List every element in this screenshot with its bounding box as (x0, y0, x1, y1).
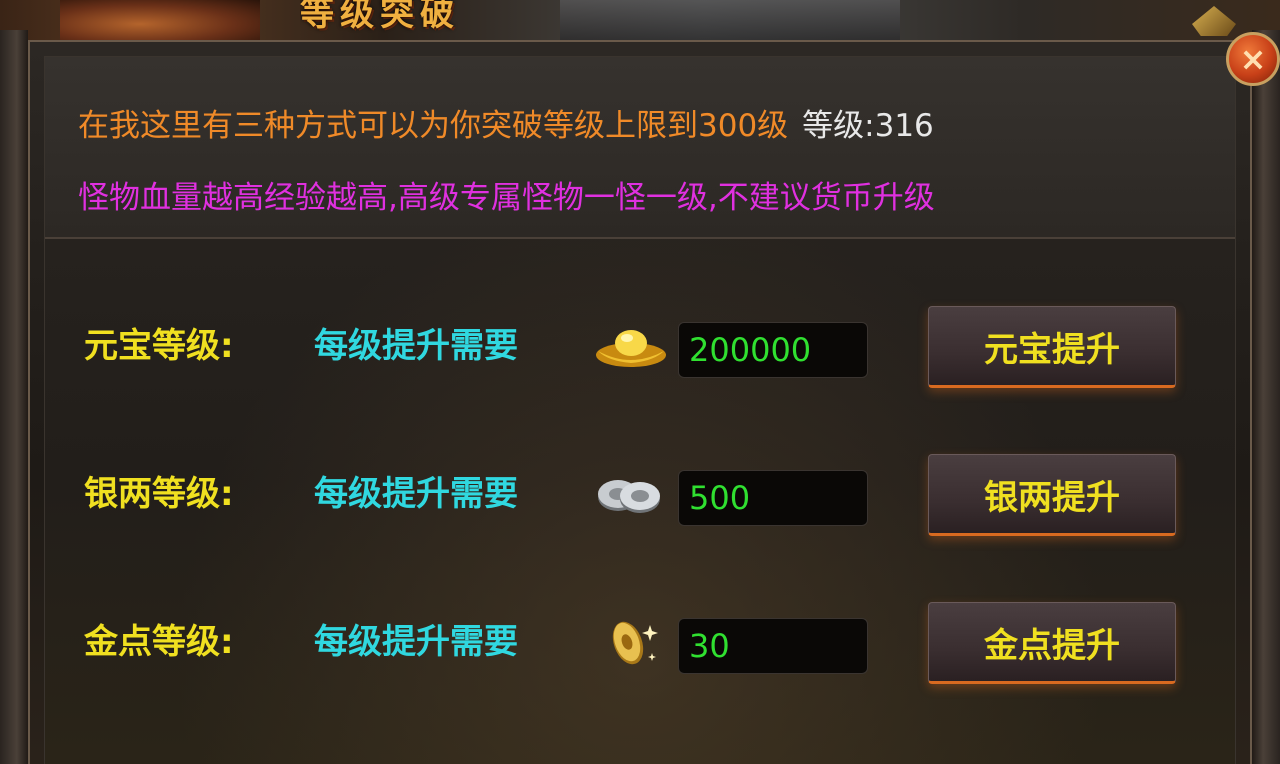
close-icon: × (1239, 40, 1267, 78)
upgrade-row-goldpoint: 金点等级: 每级提升需要 30 金点提升 (0, 602, 1280, 684)
row-label: 银两等级: (84, 474, 234, 514)
tip-text: 怪物血量越高经验越高,高级专属怪物一怪一级,不建议货币升级 (78, 180, 935, 216)
goldpoint-upgrade-button[interactable]: 金点提升 (928, 602, 1176, 684)
goldpoint-cost-field: 30 (678, 618, 868, 674)
dragon-decoration (560, 0, 900, 40)
gold-ingot-icon (594, 318, 668, 374)
hero-portrait (60, 0, 260, 40)
upgrade-row-silver: 银两等级: 每级提升需要 500 银两提升 (0, 454, 1280, 536)
window-title: 等级突破 (300, 0, 460, 34)
upgrade-row-ingot: 元宝等级: 每级提升需要 200000 元宝提升 (0, 306, 1280, 388)
silver-upgrade-button[interactable]: 银两提升 (928, 454, 1176, 536)
silver-coins-icon (594, 466, 668, 522)
ingot-upgrade-button[interactable]: 元宝提升 (928, 306, 1176, 388)
ornament-icon (1192, 6, 1236, 36)
close-button[interactable]: × (1226, 32, 1280, 86)
intro-line: 在我这里有三种方式可以为你突破等级上限到300级 等级:316 (78, 104, 934, 148)
intro-text: 在我这里有三种方式可以为你突破等级上限到300级 (78, 108, 789, 144)
ingot-cost-field: 200000 (678, 322, 868, 378)
gold-point-icon (594, 614, 668, 670)
top-banner: 等级突破 (0, 0, 1280, 40)
row-label: 元宝等级: (84, 326, 234, 366)
row-desc: 每级提升需要 (314, 326, 518, 366)
silver-cost-field: 500 (678, 470, 868, 526)
row-desc: 每级提升需要 (314, 622, 518, 662)
level-text: 等级:316 (802, 108, 934, 144)
row-label: 金点等级: (84, 622, 234, 662)
row-desc: 每级提升需要 (314, 474, 518, 514)
